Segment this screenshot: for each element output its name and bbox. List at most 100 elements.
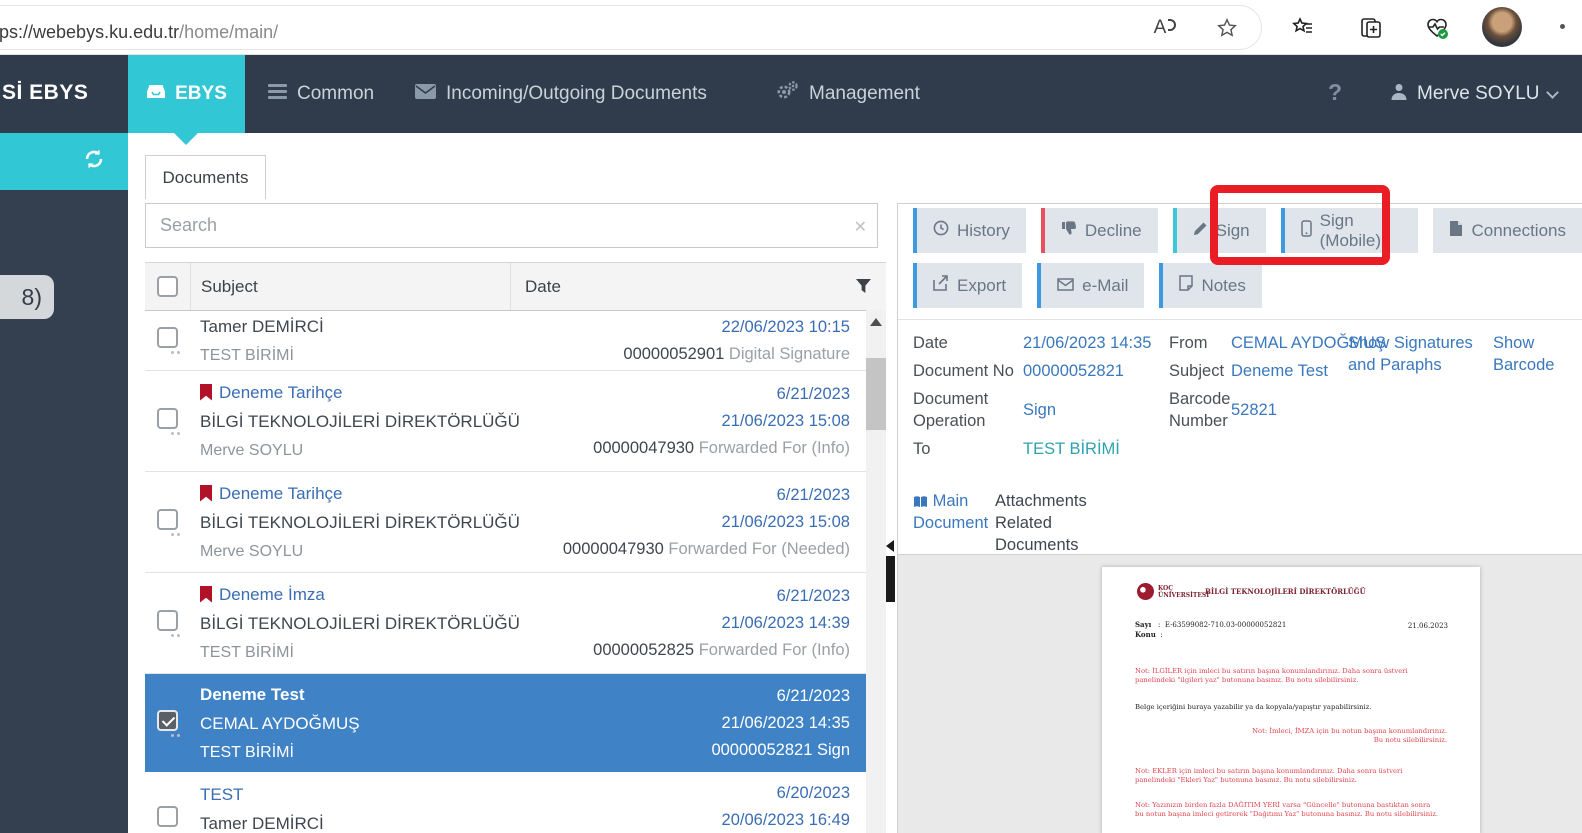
sign-mobile-button[interactable]: Sign (Mobile) [1281,208,1419,253]
select-all-checkbox[interactable] [157,276,178,297]
row-checkbox[interactable] [157,806,178,827]
row-docno: 00000052901 [623,345,724,363]
address-bar[interactable]: https://webebys.ku.edu.tr/home/main/ [0,5,1262,50]
url-text[interactable]: https://webebys.ku.edu.tr/home/main/ [0,22,278,43]
row-checkbox[interactable] [157,610,178,631]
table-row[interactable]: Tamer DEMİRCİ TEST BİRİMİ 22/06/2023 10:… [145,311,866,371]
row-title[interactable]: TEST [200,780,243,809]
row-title[interactable]: Deneme Tarihçe [219,479,342,508]
email-label: e-Mail [1082,276,1128,296]
tab-attachments[interactable]: Attachments [995,490,1105,512]
mobile-phone-icon [1301,220,1312,242]
list-scrollbar[interactable] [866,310,886,833]
row-title[interactable]: Deneme Tarihçe [219,378,342,407]
from-label: From [1169,332,1231,354]
user-menu[interactable]: Merve SOYLU [1390,55,1557,133]
email-button[interactable]: e-Mail [1037,263,1144,308]
panel-collapse-icon[interactable] [886,540,894,552]
row-handle-dots [171,634,174,637]
document-preview-area: KOÇÜNİVERSİTESİ BİLGİ TEKNOLOJİLERİ DİRE… [898,554,1582,833]
help-icon[interactable]: ? [1328,79,1342,106]
row-sub: TEST BİRİMİ [200,638,548,667]
table-row[interactable]: Deneme Tarihçe BİLGİ TEKNOLOJİLERİ DİREK… [145,472,866,573]
row-checkbox[interactable] [157,509,178,530]
show-signatures-link[interactable]: Show Signatures and Paraphs [1348,332,1490,376]
favorites-list-icon[interactable] [1288,13,1318,43]
browser-essentials-icon[interactable] [1422,13,1452,43]
to-value[interactable]: TEST BİRİMİ [1023,438,1171,460]
tab-main-document[interactable]: Main Document [913,490,995,534]
connections-button[interactable]: Connections [1433,208,1582,253]
nav-tab-management[interactable]: Management [775,55,920,133]
column-subject[interactable]: Subject [190,263,510,310]
operation-value: Sign [1023,399,1171,421]
clear-search-icon[interactable]: ✕ [854,217,867,237]
row-title[interactable]: Deneme Test [200,680,305,709]
action-buttons-row-2: Export e-Mail Notes [913,263,1262,308]
mail-icon [1057,276,1074,296]
nav-tab-common-label: Common [297,83,374,105]
row-datetime: 20/06/2023 16:49 [548,807,850,833]
scrollbar-thumb[interactable] [866,358,886,430]
export-button[interactable]: Export [913,263,1022,308]
table-row[interactable]: Deneme İmza BİLGİ TEKNOLOJİLERİ DİREKTÖR… [145,573,866,674]
body-text: Belge içeriğini buraya yazabilir ya da k… [1135,703,1445,711]
panel-splitter-handle[interactable] [886,556,895,602]
search-input[interactable] [146,204,877,247]
bookmark-icon [200,485,212,502]
letterhead-title: BİLGİ TEKNOLOJİLERİ DİREKTÖRLÜĞÜ [1205,587,1366,596]
nav-tab-documents[interactable]: Incoming/Outgoing Documents [415,55,707,133]
scroll-up-arrow[interactable] [870,318,882,326]
table-row-selected[interactable]: Deneme Test CEMAL AYDOĞMUŞ TEST BİRİMİ 6… [145,674,866,772]
sign-button[interactable]: Sign [1173,208,1266,253]
row-date: 6/20/2023 [548,780,850,807]
row-date: 6/21/2023 [548,381,850,408]
row-checkbox[interactable] [157,408,178,429]
row-action: Forwarded For (Needed) [664,540,850,558]
tab-related-documents[interactable]: Related Documents [995,512,1105,556]
document-tabs: Main Document Attachments Related Docume… [898,484,1582,554]
app-window: https://webebys.ku.edu.tr/home/main/ A S… [0,0,1582,833]
row-name: BİLGİ TEKNOLOJİLERİ DİREKTÖRLÜĞÜ [200,609,548,638]
browser-menu-icon[interactable] [1560,24,1565,29]
table-row[interactable]: Deneme Tarihçe BİLGİ TEKNOLOJİLERİ DİREK… [145,371,866,472]
nav-tab-ebys[interactable]: EBYS [128,55,245,133]
menu-bars-icon [268,83,287,105]
detail-panel: History Decline Sign Sign (Mobile) Conne… [897,203,1582,833]
barcode-value: 52821 [1231,399,1399,421]
export-icon [933,275,949,296]
row-title[interactable]: Deneme İmza [219,580,325,609]
nav-tab-common[interactable]: Common [268,55,374,133]
inbox-icon [146,83,166,105]
table-row[interactable]: TEST Tamer DEMİRCİ 6/20/2023 20/06/2023 … [145,772,866,833]
column-date[interactable]: Date [510,263,840,310]
history-label: History [957,221,1010,241]
row-handle-dots [171,734,174,737]
collections-icon[interactable] [1356,13,1386,43]
search-box: ✕ [145,203,878,248]
pencil-icon [1193,221,1208,241]
tab-documents[interactable]: Documents [145,155,266,199]
note-icon [1179,275,1193,296]
read-aloud-icon[interactable]: A [1150,13,1180,43]
row-datetime: 21/06/2023 15:08 [548,408,850,435]
connections-label: Connections [1471,221,1566,241]
favorite-star-icon[interactable] [1212,13,1242,43]
note-ekler: Not: EKLER için imleci bu satırın başına… [1135,767,1440,785]
filter-icon[interactable] [840,278,886,295]
row-name: Tamer DEMİRCİ [200,809,548,833]
row-date: 6/21/2023 [548,683,850,710]
row-checkbox-checked[interactable] [157,710,178,731]
notes-button[interactable]: Notes [1159,263,1261,308]
decline-button[interactable]: Decline [1041,208,1158,253]
thumbs-down-icon [1061,220,1077,241]
show-barcode-link[interactable]: Show Barcode [1493,332,1571,376]
row-name: BİLGİ TEKNOLOJİLERİ DİREKTÖRLÜĞÜ [200,508,548,537]
docno-label: Document No [913,360,1023,382]
letter-date: 21.06.2023 [1408,622,1448,630]
refresh-icon[interactable] [82,147,106,176]
row-checkbox[interactable] [157,327,178,348]
docno-value[interactable]: 00000052821 [1023,360,1171,382]
history-button[interactable]: History [913,208,1026,253]
browser-profile-avatar[interactable] [1482,7,1522,47]
